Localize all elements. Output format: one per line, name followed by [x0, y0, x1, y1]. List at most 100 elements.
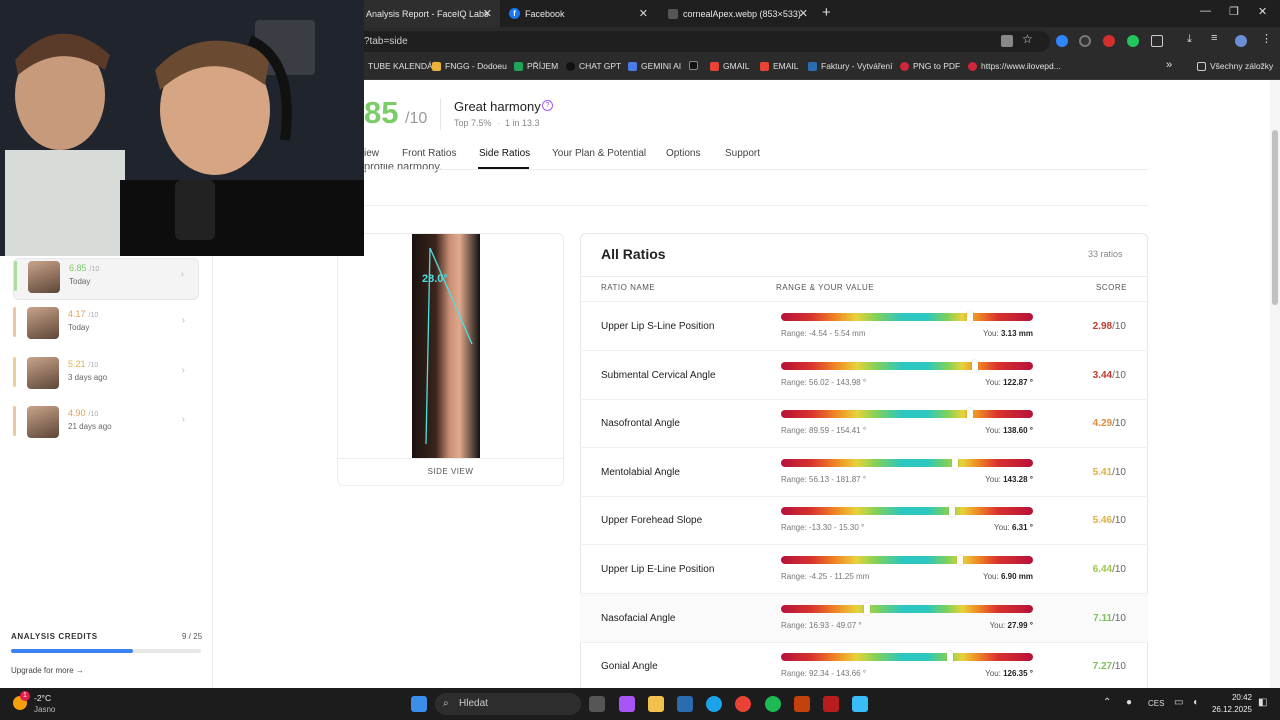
restore-icon[interactable]: ❐ [1229, 5, 1239, 18]
media-icon[interactable]: ≡ [1211, 32, 1223, 44]
all-bookmarks-button[interactable]: Všechny záložky [1197, 61, 1273, 71]
bookmark[interactable]: EMAIL [760, 61, 799, 71]
column-header-name: RATIO NAME [601, 283, 656, 292]
bookmarks-overflow-button[interactable]: » [1166, 59, 1172, 71]
help-icon[interactable]: ? [542, 100, 553, 111]
history-item[interactable]: 4.17/10 Today › [13, 305, 199, 343]
ratio-row[interactable]: Mentolabial Angle Range: 56.13 - 181.87 °… [580, 448, 1148, 497]
puzzle-icon[interactable] [1151, 35, 1163, 47]
ratio-row[interactable]: Nasofacial Angle Range: 16.93 - 49.07 ° Yo… [580, 593, 1148, 643]
bookmark[interactable]: https://www.ilovepd... [968, 61, 1061, 71]
app-icon[interactable] [823, 696, 839, 712]
close-tab-icon[interactable]: ✕ [799, 7, 808, 20]
new-tab-button[interactable]: + [822, 4, 831, 21]
tab-options[interactable]: Options [666, 148, 700, 159]
spotify-icon[interactable] [765, 696, 781, 712]
scrollbar-thumb[interactable] [1272, 130, 1278, 305]
start-icon[interactable] [411, 696, 427, 712]
network-icon[interactable]: ▭ [1174, 697, 1183, 708]
clock-time[interactable]: 20:42 [1212, 693, 1252, 702]
credits-label: ANALYSIS CREDITS [11, 632, 98, 641]
close-tab-icon[interactable]: ✕ [639, 7, 648, 20]
url-text: ?tab=side [364, 36, 408, 47]
score-value: 3.44 [1092, 369, 1113, 381]
outlook-icon[interactable] [677, 696, 693, 712]
range-bar [781, 410, 1033, 419]
bookmark[interactable]: FNGG - Dodoeu [432, 61, 507, 71]
overall-score-denominator: /10 [405, 110, 428, 127]
edge-icon[interactable] [706, 696, 722, 712]
notepad-icon[interactable] [852, 696, 868, 712]
bookmark[interactable]: Faktury - Vytváření [808, 61, 892, 71]
score-denominator: /10 [1112, 369, 1126, 381]
face-thumbnail [27, 357, 59, 389]
notification-icon[interactable]: ◧ [1258, 697, 1267, 708]
bookmark[interactable]: PŘÍJEM [514, 61, 558, 71]
download-icon[interactable]: ⤓ [1187, 33, 1199, 45]
address-bar[interactable]: ?tab=side [330, 31, 1050, 52]
tab-corneal-apex[interactable]: cornealApex.webp (853×533) ✕ [656, 0, 816, 27]
bookmark[interactable]: TUBE KALENDÁŘ [368, 61, 439, 71]
ratio-row[interactable]: Nasofrontal Angle Range: 89.59 - 154.41 °… [580, 399, 1148, 449]
chrome-icon[interactable] [735, 696, 751, 712]
ratio-row[interactable]: Upper Forehead Slope Range: -13.30 - 15.3… [580, 496, 1148, 546]
your-value: You: 126.35 ° [985, 669, 1033, 678]
bookmark[interactable]: PNG to PDF [900, 61, 960, 71]
range-bar [781, 458, 1033, 467]
tab-front-ratios[interactable]: Front Ratios [402, 148, 456, 159]
close-window-icon[interactable]: ✕ [1258, 5, 1267, 18]
extension-icon[interactable] [1079, 35, 1091, 47]
profile-avatar[interactable] [1235, 35, 1247, 47]
bookmark[interactable]: GEMINI AI [628, 61, 681, 71]
language-indicator[interactable]: CES [1148, 699, 1164, 708]
volume-icon[interactable]: ◖ [1192, 697, 1198, 708]
extension-icon[interactable] [1103, 35, 1115, 47]
task-view-icon[interactable] [589, 696, 605, 712]
ratio-score: 7.11/10 [1093, 613, 1126, 624]
bookmark[interactable]: CHAT GPT [566, 61, 621, 71]
taskbar-search[interactable]: ⌕ Hledat [435, 693, 581, 715]
bookmark-label: CHAT GPT [579, 61, 622, 71]
ratio-row[interactable]: Submental Cervical Angle Range: 56.02 - 1… [580, 351, 1148, 400]
ratio-range: Range: 16.93 - 49.07 ° [781, 620, 862, 630]
tab-overview[interactable]: iew [364, 148, 379, 159]
copilot-icon[interactable] [619, 696, 635, 712]
ratio-range: Range: 56.13 - 181.87 ° [781, 474, 867, 484]
ratio-row[interactable]: Upper Lip E-Line Position Range: -4.25 - … [580, 545, 1148, 594]
ratio-range: Range: -4.54 - 5.54 mm [781, 329, 866, 338]
history-item[interactable]: 5.21/10 3 days ago › [13, 355, 199, 393]
tab-support[interactable]: Support [725, 148, 760, 159]
face-thumbnail [27, 307, 59, 339]
history-item[interactable]: 6.85/10 Today › [13, 258, 199, 300]
menu-icon[interactable]: ⋮ [1261, 32, 1273, 45]
tab-side-ratios[interactable]: Side Ratios [479, 148, 530, 159]
ratio-row[interactable]: Upper Lip S-Line Position Range: -4.54 - … [580, 302, 1148, 351]
upgrade-link[interactable]: Upgrade for more → [11, 666, 84, 675]
clock-date[interactable]: 26.12.2025 [1206, 705, 1252, 714]
history-score-value: 4.17 [68, 309, 86, 319]
extension-icon[interactable] [1056, 35, 1068, 47]
divider [364, 169, 1148, 170]
extension-icon[interactable] [1127, 35, 1139, 47]
close-tab-icon[interactable]: ✕ [483, 7, 492, 20]
one-in-ratio: 1 in 13.3 [505, 118, 540, 128]
file-explorer-icon[interactable] [648, 696, 664, 712]
microphone-icon[interactable]: ● [1126, 697, 1132, 708]
obs-icon[interactable] [794, 696, 810, 712]
translate-icon[interactable] [1001, 35, 1013, 47]
ratio-row[interactable]: Gonial Angle Range: 92.34 - 143.66 ° You: … [580, 642, 1148, 692]
minimize-icon[interactable]: — [1200, 5, 1211, 17]
divider [580, 276, 1148, 277]
tray-chevron-icon[interactable]: ⌃ [1103, 697, 1111, 708]
star-icon[interactable]: ☆ [1022, 32, 1036, 46]
tab-analysis-report[interactable]: Analysis Report - FaceIQ Labs ✕ [360, 0, 500, 27]
history-item[interactable]: 4.90/10 21 days ago › [13, 404, 199, 442]
your-value-label: You: [994, 523, 1010, 533]
bookmark[interactable] [689, 61, 702, 70]
tab-facebook[interactable]: f Facebook ✕ [500, 0, 656, 27]
tab-plan-potential[interactable]: Your Plan & Potential [552, 148, 646, 159]
bookmark[interactable]: GMAIL [710, 61, 749, 71]
your-value: You: 3.13 mm [983, 329, 1033, 338]
ratio-name: Upper Lip E-Line Position [601, 564, 715, 575]
weather-temperature[interactable]: -2°C [34, 693, 51, 703]
